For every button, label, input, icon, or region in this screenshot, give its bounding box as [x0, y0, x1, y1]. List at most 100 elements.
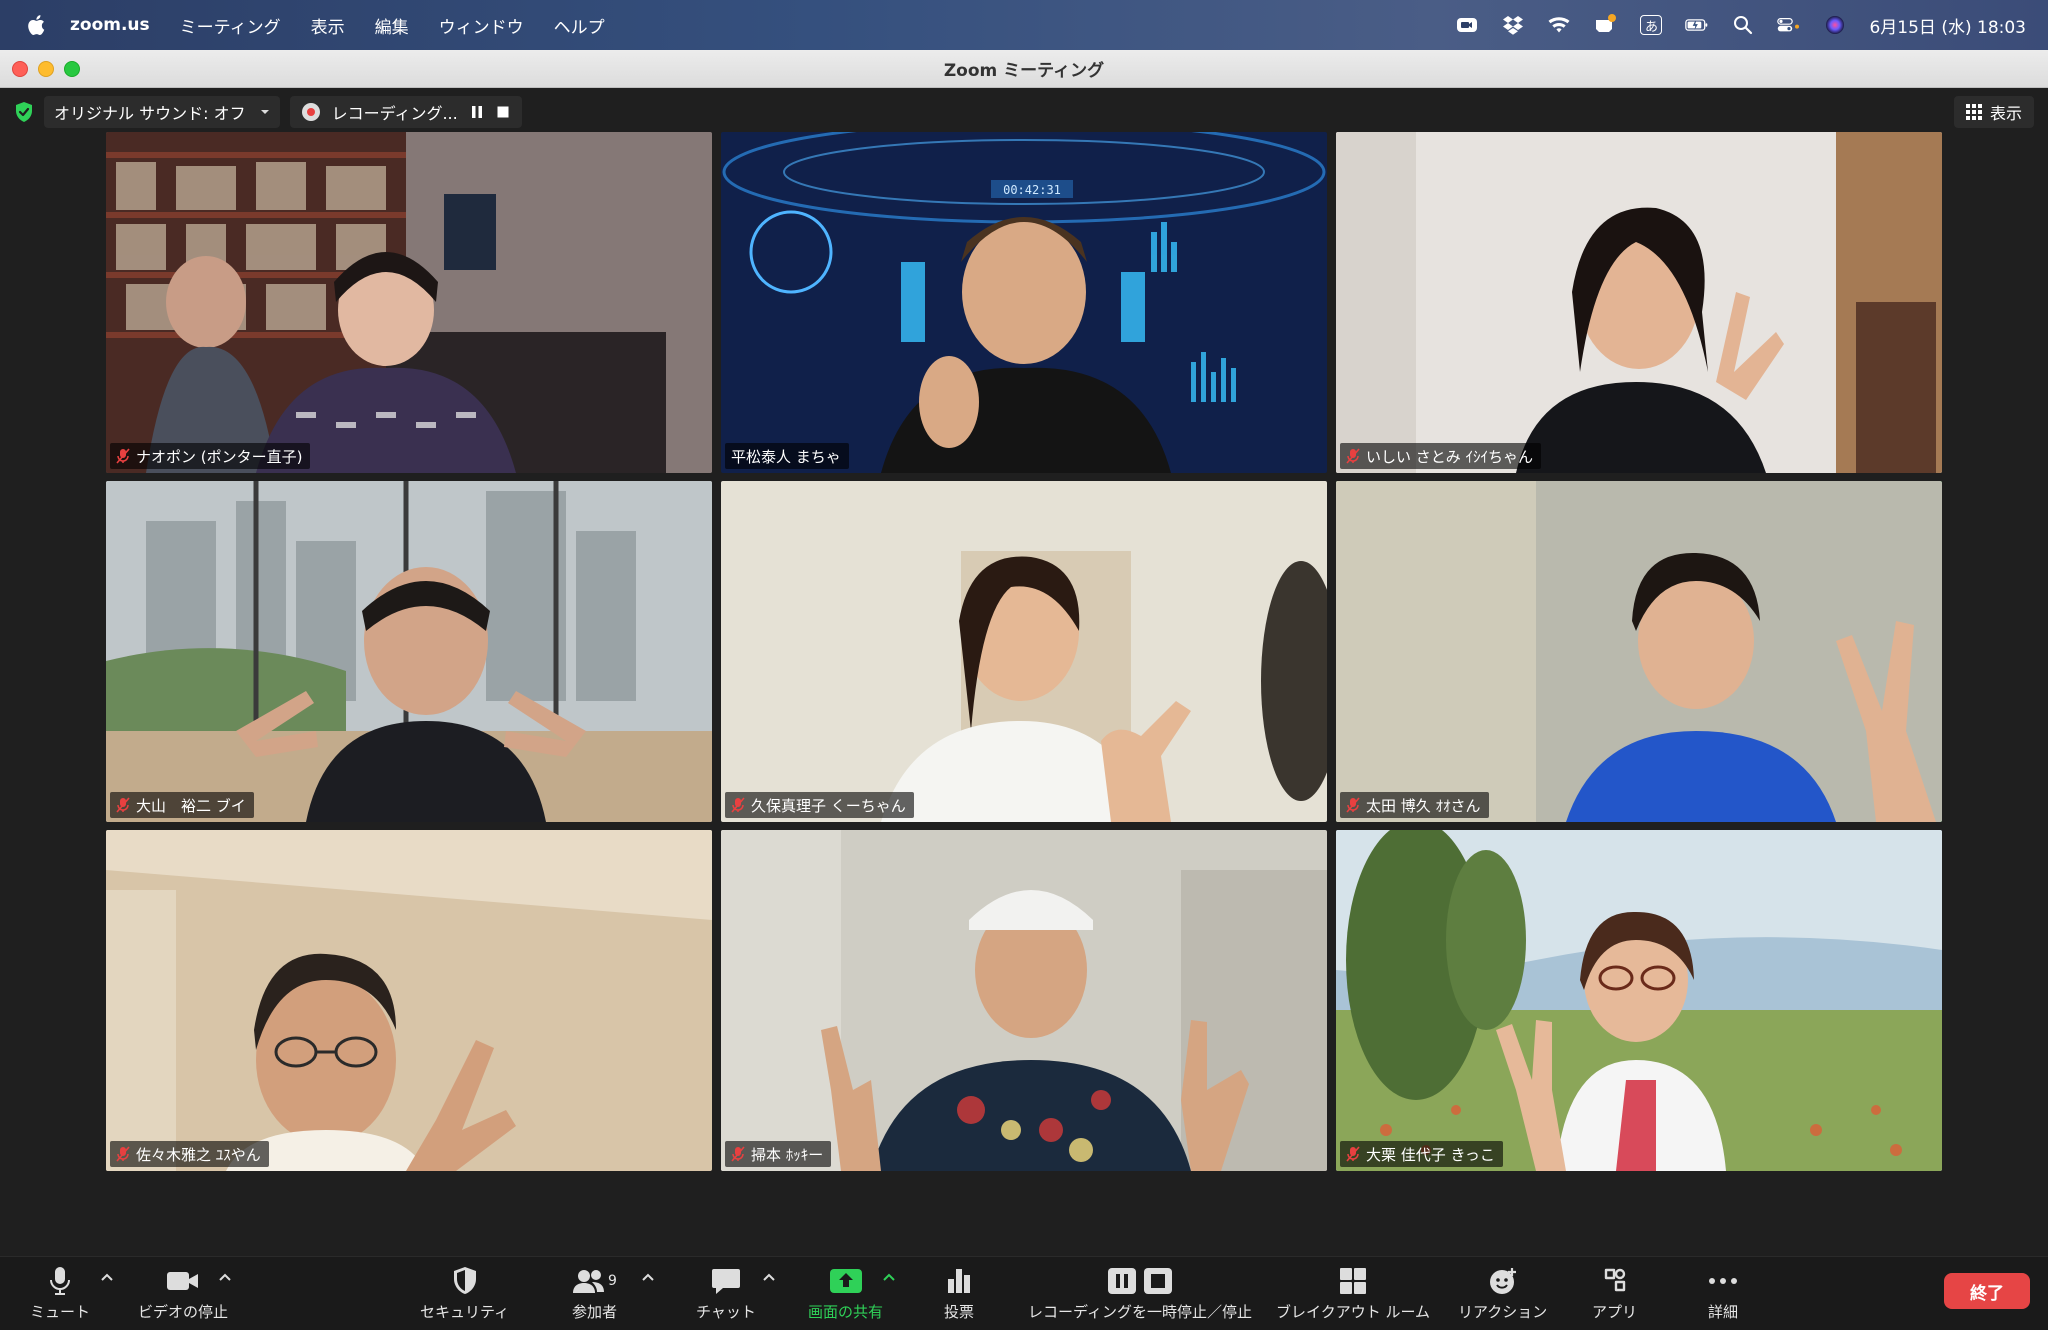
chat-label: チャット — [696, 1303, 756, 1321]
window-title: Zoom ミーティング — [943, 61, 1105, 81]
video-options-caret-icon[interactable] — [218, 1271, 232, 1283]
recording-indicator: レコーディング... — [289, 96, 522, 128]
participant-name-tag: いしい さとみ ｲｼｲちゃん — [1340, 443, 1542, 469]
muted-mic-icon — [1346, 448, 1360, 464]
reactions-button[interactable]: リアクション — [1458, 1265, 1547, 1322]
participants-options-caret-icon[interactable] — [641, 1271, 655, 1283]
participant-name: ナオポン (ポンター直子) — [136, 447, 303, 466]
more-dots-icon — [1708, 1265, 1738, 1297]
spotlight-search-icon[interactable] — [1731, 14, 1755, 36]
participant-name: 佐々木雅之 ﾕｽやん — [136, 1145, 261, 1164]
participants-icon: 9 — [572, 1265, 617, 1297]
zoom-status-icon[interactable] — [1455, 14, 1479, 36]
participant-video-tile[interactable]: いしい さとみ ｲｼｲちゃん — [1336, 132, 1942, 473]
muted-mic-icon — [116, 448, 130, 464]
participant-video-tile[interactable]: 大栗 佳代子 きっこ — [1336, 830, 1942, 1171]
meeting-controls-toolbar: ミュート ビデオの停止 セキュリティ 9 参加者 チャット 画面の共有 投票 レ… — [0, 1256, 2048, 1330]
menu-edit[interactable]: 編集 — [375, 13, 409, 38]
participant-video-tile[interactable]: 大山 裕二 ブイ — [106, 481, 712, 822]
menu-window[interactable]: ウィンドウ — [439, 13, 524, 38]
dropbox-icon[interactable] — [1501, 14, 1525, 36]
chat-options-caret-icon[interactable] — [762, 1271, 776, 1283]
poll-button[interactable]: 投票 — [944, 1265, 974, 1322]
more-button[interactable]: 詳細 — [1708, 1265, 1738, 1322]
grid-view-icon — [1965, 104, 1982, 120]
window-titlebar[interactable]: Zoom ミーティング — [0, 50, 2048, 88]
participant-video-tile[interactable]: ナオポン (ポンター直子) — [106, 132, 712, 473]
input-method-icon[interactable]: あ — [1639, 14, 1663, 36]
view-label: 表示 — [1989, 104, 2022, 123]
window-controls — [12, 61, 80, 77]
participant-video-tile[interactable]: 00:42:31 平松泰人 まちゃ — [721, 132, 1327, 473]
participant-name: 大山 裕二 ブイ — [136, 796, 246, 815]
participant-video-feed — [1336, 132, 1942, 473]
control-center-icon[interactable] — [1777, 14, 1801, 36]
security-button[interactable]: セキュリティ — [420, 1265, 509, 1322]
recording-status-label: レコーディング... — [331, 104, 458, 123]
stop-video-button[interactable]: ビデオの停止 — [138, 1265, 228, 1322]
end-meeting-button[interactable]: 終了 — [1944, 1273, 2030, 1309]
mute-button[interactable]: ミュート — [30, 1265, 90, 1322]
participant-video-tile[interactable]: 掃本 ﾎｯｷー — [721, 830, 1327, 1171]
participant-name-tag: 久保真理子 くーちゃん — [725, 792, 914, 818]
muted-mic-icon — [1346, 797, 1360, 813]
recording-control-button[interactable]: レコーディングを一時停止／停止 — [1028, 1265, 1252, 1322]
apps-label: アプリ — [1592, 1303, 1638, 1321]
muted-mic-icon — [1346, 1146, 1360, 1162]
recording-dot-icon — [301, 103, 320, 121]
participants-button[interactable]: 9 参加者 — [572, 1265, 617, 1322]
participant-name-tag: 佐々木雅之 ﾕｽやん — [110, 1141, 269, 1167]
window-minimize-button[interactable] — [38, 61, 54, 77]
muted-mic-icon — [116, 1146, 130, 1162]
apple-logo-icon[interactable] — [26, 14, 46, 36]
menubar-status-area: あ 6月15日 (水) 18:03 — [1455, 0, 2026, 50]
participants-label: 参加者 — [572, 1303, 618, 1321]
participant-name-tag: 大栗 佳代子 きっこ — [1340, 1141, 1503, 1167]
pause-recording-icon[interactable] — [470, 105, 484, 119]
share-screen-icon — [829, 1265, 863, 1297]
battery-icon[interactable] — [1685, 14, 1709, 36]
participant-name-tag: 掃本 ﾎｯｷー — [725, 1141, 832, 1167]
gallery-view-grid: ナオポン (ポンター直子) 00:42:31 平松泰人 まちゃ いしい さとみ … — [106, 132, 1942, 1171]
participant-name-tag: 平松泰人 まちゃ — [725, 443, 849, 469]
share-screen-button[interactable]: 画面の共有 — [808, 1265, 883, 1322]
participant-name: 太田 博久 ｵｵさん — [1366, 796, 1481, 815]
stop-recording-icon[interactable] — [496, 105, 510, 119]
apps-icon — [1601, 1265, 1629, 1297]
wifi-icon[interactable] — [1547, 14, 1571, 36]
participant-name: 掃本 ﾎｯｷー — [751, 1145, 824, 1164]
participant-name: 久保真理子 くーちゃん — [751, 796, 906, 815]
window-close-button[interactable] — [12, 61, 28, 77]
participant-name-tag: ナオポン (ポンター直子) — [110, 443, 311, 469]
siri-icon[interactable] — [1823, 14, 1847, 36]
mute-label: ミュート — [30, 1303, 91, 1321]
encryption-shield-icon[interactable] — [14, 101, 34, 123]
share-screen-label: 画面の共有 — [808, 1303, 884, 1321]
menubar-clock[interactable]: 6月15日 (水) 18:03 — [1869, 13, 2026, 38]
participant-video-tile[interactable]: 佐々木雅之 ﾕｽやん — [106, 830, 712, 1171]
menu-app-name[interactable]: zoom.us — [70, 15, 150, 35]
audio-options-caret-icon[interactable] — [100, 1271, 114, 1283]
participant-video-tile[interactable]: 久保真理子 くーちゃん — [721, 481, 1327, 822]
view-layout-button[interactable]: 表示 — [1953, 96, 2034, 128]
participant-video-feed — [1336, 830, 1942, 1171]
chevron-down-icon — [260, 110, 269, 114]
original-sound-toggle[interactable]: オリジナル サウンド: オフ — [44, 96, 280, 128]
participant-video-feed — [106, 132, 712, 473]
notification-bell-icon[interactable] — [1593, 14, 1617, 36]
window-zoom-button[interactable] — [64, 61, 80, 77]
original-sound-label: オリジナル サウンド: オフ — [54, 104, 246, 123]
share-options-caret-icon[interactable] — [882, 1271, 896, 1283]
breakout-rooms-button[interactable]: ブレイクアウト ルーム — [1276, 1265, 1430, 1322]
menu-view[interactable]: 表示 — [311, 13, 345, 38]
active-speaker-video-tile[interactable]: 太田 博久 ｵｵさん — [1336, 481, 1942, 822]
apps-button[interactable]: アプリ — [1592, 1265, 1637, 1322]
chat-button[interactable]: チャット — [696, 1265, 756, 1322]
menu-help[interactable]: ヘルプ — [554, 13, 605, 38]
participant-video-feed — [721, 481, 1327, 822]
background-timer-text: 00:42:31 — [1003, 183, 1061, 197]
muted-mic-icon — [731, 797, 745, 813]
poll-label: 投票 — [944, 1303, 975, 1321]
menu-meeting[interactable]: ミーティング — [180, 13, 281, 38]
participant-name: 大栗 佳代子 きっこ — [1366, 1145, 1495, 1164]
